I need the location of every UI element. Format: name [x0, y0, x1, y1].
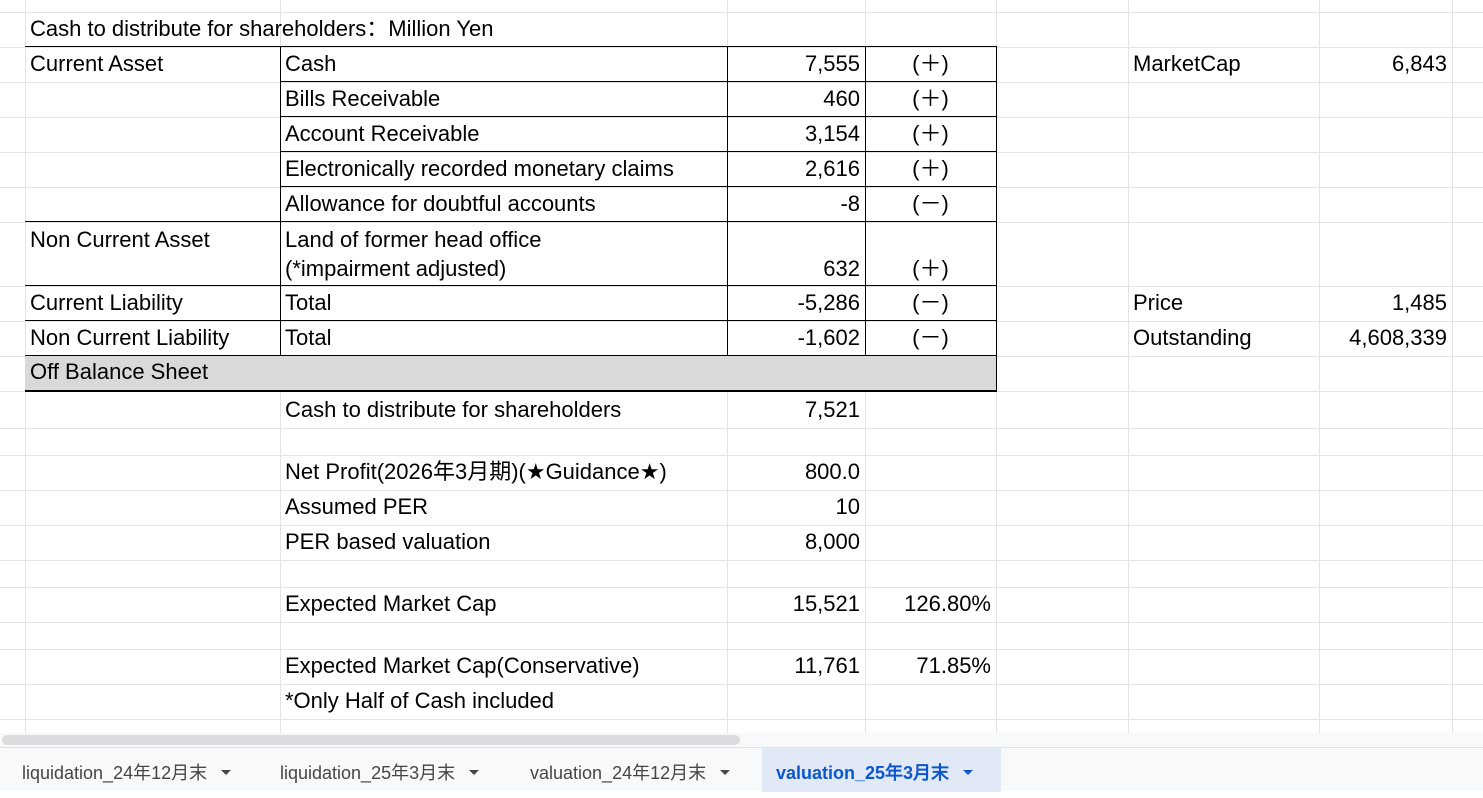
sign-allowance[interactable]: (－)	[865, 187, 996, 221]
cell-border	[25, 221, 997, 222]
grid-line	[0, 428, 1483, 429]
item-allowance[interactable]: Allowance for doubtful accounts	[280, 187, 727, 221]
item-current-liability-total[interactable]: Total	[280, 286, 727, 320]
value-current-liability[interactable]: -5,286	[727, 286, 865, 320]
expected-market-cap-label[interactable]: Expected Market Cap	[280, 587, 727, 621]
conservative-market-cap-pct[interactable]: 71.85%	[865, 649, 996, 683]
value-bills-receivable[interactable]: 460	[727, 82, 865, 116]
cell-border	[996, 46, 997, 390]
tab-valuation-25-3[interactable]: valuation_25年3月末	[762, 748, 1001, 792]
sign-current-liability[interactable]: (－)	[865, 286, 996, 320]
spreadsheet-grid[interactable]: Cash to distribute for shareholders：Mill…	[0, 0, 1483, 733]
marketcap-value[interactable]: 6,843	[1319, 47, 1452, 81]
per-valuation-label[interactable]: PER based valuation	[280, 525, 727, 559]
tab-label: valuation_25年3月末	[776, 763, 950, 783]
outstanding-label[interactable]: Outstanding	[1128, 321, 1319, 355]
tab-label: liquidation_24年12月末	[22, 763, 208, 783]
net-profit-label[interactable]: Net Profit(2026年3月期)(★Guidance★)	[280, 455, 727, 489]
tab-valuation-24-12[interactable]: valuation_24年12月末	[508, 748, 762, 792]
price-value[interactable]: 1,485	[1319, 286, 1452, 320]
grid-line	[1452, 0, 1453, 733]
grid-line	[0, 622, 1483, 623]
item-cash[interactable]: Cash	[280, 47, 727, 81]
net-profit-value[interactable]: 800.0	[727, 455, 865, 489]
assumed-per-label[interactable]: Assumed PER	[280, 490, 727, 524]
chevron-down-icon[interactable]	[469, 769, 480, 775]
item-electronic-claims[interactable]: Electronically recorded monetary claims	[280, 152, 727, 186]
conservative-market-cap-label[interactable]: Expected Market Cap(Conservative)	[280, 649, 727, 683]
cash-to-distribute-value[interactable]: 7,521	[727, 393, 865, 427]
tab-liquidation-25-3[interactable]: liquidation_25年3月末	[258, 748, 508, 792]
item-non-current-liability-total[interactable]: Total	[280, 321, 727, 355]
tab-label: valuation_24年12月末	[530, 763, 707, 783]
assumed-per-value[interactable]: 10	[727, 490, 865, 524]
sign-non-current-liability[interactable]: (－)	[865, 321, 996, 355]
item-land-note[interactable]: (*impairment adjusted)	[280, 252, 727, 286]
value-non-current-liability[interactable]: -1,602	[727, 321, 865, 355]
horizontal-scrollbar-thumb[interactable]	[2, 735, 740, 745]
sign-electronic-claims[interactable]: (＋)	[865, 152, 996, 186]
category-off-balance-sheet[interactable]: Off Balance Sheet	[25, 355, 280, 389]
outstanding-value[interactable]: 4,608,339	[1319, 321, 1452, 355]
item-account-receivable[interactable]: Account Receivable	[280, 117, 727, 151]
value-allowance[interactable]: -8	[727, 187, 865, 221]
tab-liquidation-24-12[interactable]: liquidation_24年12月末	[0, 748, 258, 792]
chevron-down-icon[interactable]	[963, 769, 974, 775]
category-current-asset[interactable]: Current Asset	[25, 47, 280, 81]
marketcap-label[interactable]: MarketCap	[1128, 47, 1319, 81]
sign-account-receivable[interactable]: (＋)	[865, 117, 996, 151]
chevron-down-icon[interactable]	[720, 769, 731, 775]
sheet-tab-bar: liquidation_24年12月末 liquidation_25年3月末 v…	[0, 747, 1483, 792]
value-electronic-claims[interactable]: 2,616	[727, 152, 865, 186]
sign-cash[interactable]: (＋)	[865, 47, 996, 81]
grid-line	[0, 719, 1483, 720]
conservative-market-cap-value[interactable]: 11,761	[727, 649, 865, 683]
value-cash[interactable]: 7,555	[727, 47, 865, 81]
per-valuation-value[interactable]: 8,000	[727, 525, 865, 559]
price-label[interactable]: Price	[1128, 286, 1319, 320]
grid-line	[1128, 0, 1129, 733]
cash-to-distribute-label[interactable]: Cash to distribute for shareholders	[280, 393, 727, 427]
category-non-current-asset[interactable]: Non Current Asset	[25, 223, 280, 257]
category-non-current-liability[interactable]: Non Current Liability	[25, 321, 280, 355]
sign-bills-receivable[interactable]: (＋)	[865, 82, 996, 116]
sheet-title[interactable]: Cash to distribute for shareholders：Mill…	[25, 12, 725, 46]
chevron-down-icon[interactable]	[221, 769, 232, 775]
expected-market-cap-pct[interactable]: 126.80%	[865, 587, 996, 621]
grid-line	[0, 684, 1483, 685]
grid-line	[1319, 0, 1320, 733]
expected-market-cap-value[interactable]: 15,521	[727, 587, 865, 621]
sign-land[interactable]: (＋)	[865, 252, 996, 286]
value-land[interactable]: 632	[727, 252, 865, 286]
tab-label: liquidation_25年3月末	[280, 763, 456, 783]
half-cash-note[interactable]: *Only Half of Cash included	[280, 684, 727, 718]
grid-line	[0, 560, 1483, 561]
value-account-receivable[interactable]: 3,154	[727, 117, 865, 151]
category-current-liability[interactable]: Current Liability	[25, 286, 280, 320]
item-bills-receivable[interactable]: Bills Receivable	[280, 82, 727, 116]
